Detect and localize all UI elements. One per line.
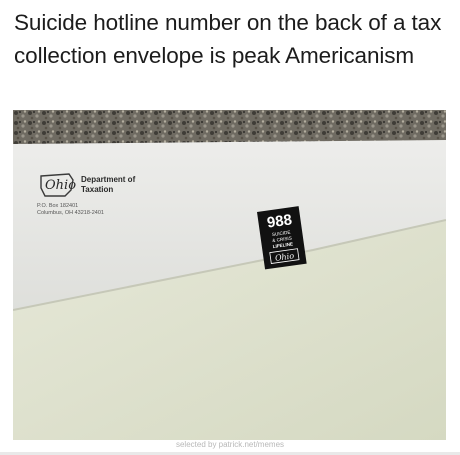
envelope-photo: Ohio Department of Taxation P.O. Box 182… [13,110,446,440]
lifeline-badge: 988 SUICIDE & CRISIS LIFELINE Ohio [257,206,307,270]
watermark: selected by patrick.net/memes [175,440,285,449]
ohio-logo: Ohio [40,173,76,197]
badge-number: 988 [266,211,293,231]
address-line1: P.O. Box 182401 [37,203,78,209]
department-line2: Taxation [81,185,113,194]
post-caption: Suicide hotline number on the back of a … [14,10,442,68]
ohio-logo-text: Ohio [45,178,76,193]
address-line2: Columbus, OH 43218-2401 [37,210,104,216]
department-line1: Department of [81,175,136,184]
